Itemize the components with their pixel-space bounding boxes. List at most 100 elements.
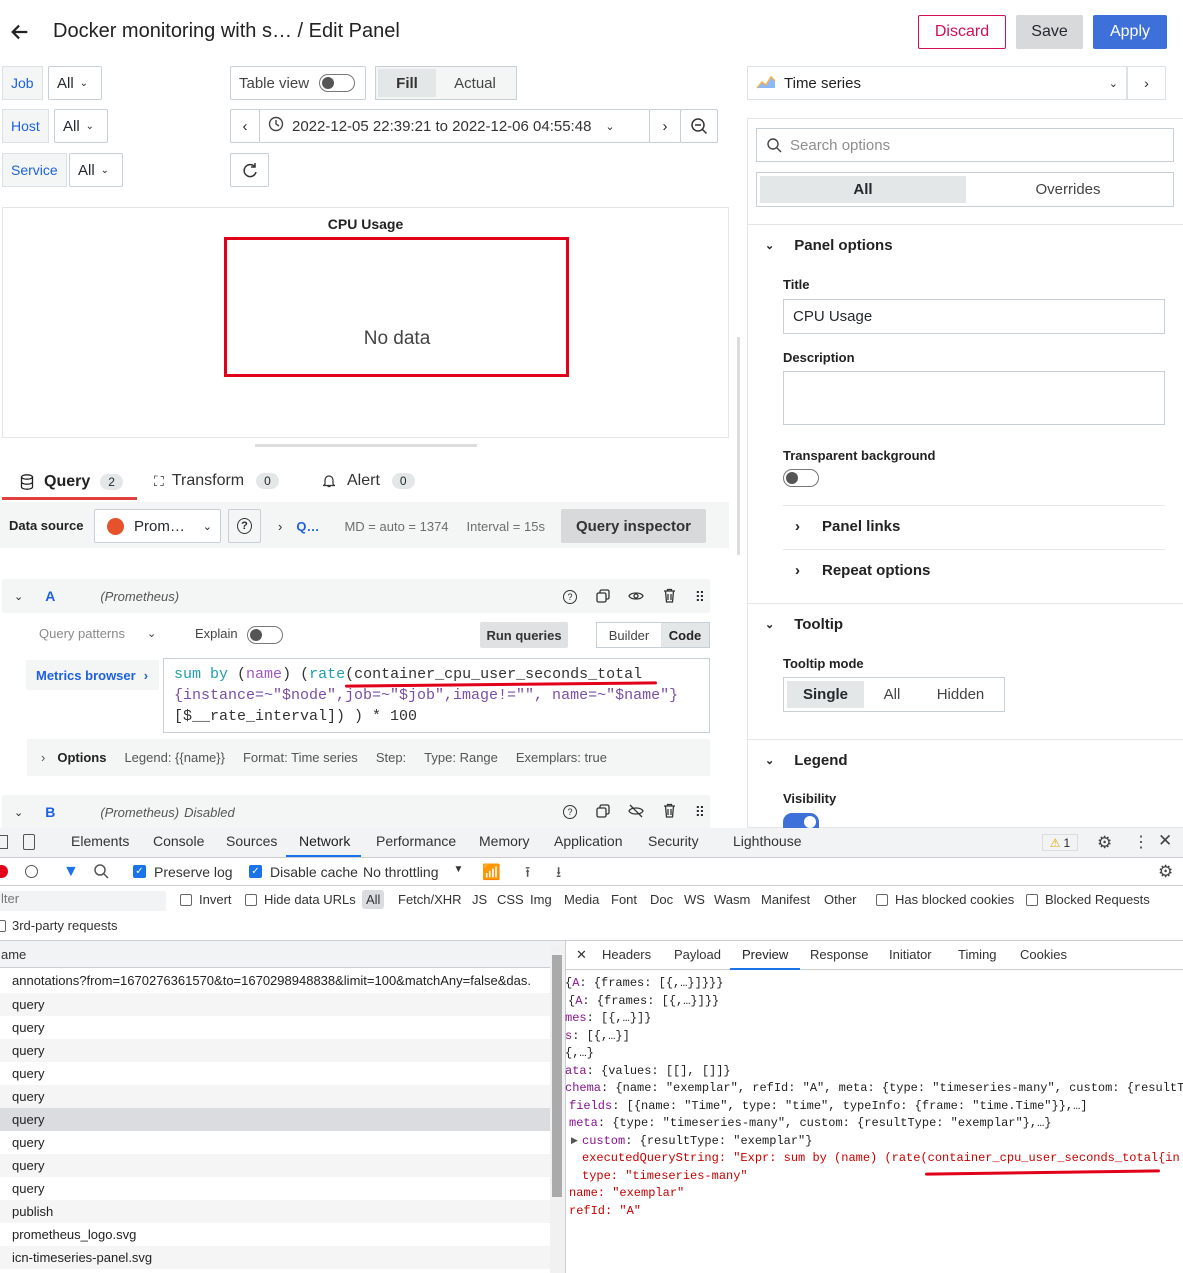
detail-tab-preview[interactable]: Preview <box>742 947 788 962</box>
fill-button[interactable]: Fill <box>378 69 436 97</box>
invert-checkbox[interactable] <box>180 894 192 906</box>
devtools-tab-performance[interactable]: Performance <box>376 833 456 849</box>
blocked-requests-checkbox[interactable] <box>1026 894 1038 906</box>
options-search[interactable]: Search options <box>756 128 1174 162</box>
repeat-options-header[interactable]: › Repeat options <box>795 562 930 579</box>
transparent-toggle[interactable] <box>783 469 819 487</box>
datasource-help-button[interactable]: ? <box>228 509 261 543</box>
request-row[interactable]: query <box>0 1154 550 1177</box>
help-icon[interactable]: ? <box>563 590 577 604</box>
request-row[interactable]: query <box>0 1039 550 1062</box>
close-icon[interactable]: ✕ <box>1158 831 1172 851</box>
resize-handle[interactable] <box>255 444 477 447</box>
inspect-element-icon[interactable] <box>0 835 8 849</box>
discard-button[interactable]: Discard <box>918 15 1006 49</box>
third-party-checkbox[interactable] <box>0 920 6 932</box>
request-list-scrollbar[interactable] <box>550 945 565 1273</box>
run-queries-button[interactable]: Run queries <box>480 622 568 648</box>
hide-data-urls-checkbox[interactable] <box>245 894 257 906</box>
search-icon[interactable] <box>94 864 109 882</box>
resource-type-css[interactable]: CSS <box>497 892 524 907</box>
export-har-icon[interactable]: ⭳ <box>556 862 561 887</box>
devtools-tab-sources[interactable]: Sources <box>226 833 277 849</box>
detail-tab-payload[interactable]: Payload <box>674 947 721 962</box>
preserve-log-checkbox[interactable]: ✓ <box>133 865 146 878</box>
visibility-toggle[interactable] <box>783 813 819 828</box>
request-row[interactable]: annotations?from=1670276361570&to=167029… <box>0 969 550 992</box>
request-row[interactable]: query <box>0 1131 550 1154</box>
devtools-tab-lighthouse[interactable]: Lighthouse <box>733 833 802 849</box>
variable-select-service[interactable]: All ⌄ <box>69 153 123 187</box>
table-view-switch[interactable] <box>319 74 356 92</box>
variable-select-host[interactable]: All ⌄ <box>54 109 108 143</box>
title-input[interactable]: CPU Usage <box>783 299 1165 334</box>
tab-transform[interactable]: ⛶ Transform 0 <box>154 466 279 496</box>
breadcrumb-dashboard[interactable]: Docker monitoring with s… <box>53 20 292 42</box>
eye-slash-icon[interactable] <box>628 804 645 821</box>
help-icon[interactable]: ? <box>563 805 577 819</box>
eye-icon[interactable] <box>628 589 645 605</box>
builder-button[interactable]: Builder <box>597 623 661 647</box>
apply-button[interactable]: Apply <box>1093 15 1167 49</box>
request-row[interactable]: query <box>0 1062 550 1085</box>
settings-gear-icon[interactable]: ⚙ <box>1097 833 1112 853</box>
devtools-tab-elements[interactable]: Elements <box>71 833 129 849</box>
trash-icon[interactable] <box>663 803 676 821</box>
resource-type-ws[interactable]: WS <box>684 892 705 907</box>
variable-select-job[interactable]: All ⌄ <box>48 66 102 100</box>
request-row-selected[interactable]: query <box>0 1108 550 1131</box>
drag-handle-icon[interactable]: ⠿ <box>695 589 705 606</box>
devtools-tab-memory[interactable]: Memory <box>479 833 530 849</box>
request-row[interactable]: query <box>0 1085 550 1108</box>
tooltip-mode-hidden[interactable]: Hidden <box>920 681 1001 708</box>
devtools-tab-application[interactable]: Application <box>554 833 623 849</box>
copy-icon[interactable] <box>596 803 610 821</box>
save-button[interactable]: Save <box>1016 15 1083 49</box>
network-settings-gear-icon[interactable]: ⚙ <box>1158 862 1173 882</box>
request-row[interactable]: query <box>0 1016 550 1039</box>
zoom-out-button[interactable] <box>680 109 718 143</box>
device-toolbar-icon[interactable] <box>23 834 35 850</box>
tooltip-header[interactable]: ⌄ Tooltip <box>765 616 843 633</box>
close-detail-icon[interactable]: ✕ <box>576 947 587 963</box>
resource-type-other[interactable]: Other <box>824 892 857 907</box>
description-textarea[interactable] <box>783 371 1165 425</box>
request-row[interactable]: publish <box>0 1200 550 1223</box>
resource-type-js[interactable]: JS <box>472 892 487 907</box>
time-shift-back-button[interactable]: ‹ <box>230 109 260 143</box>
detail-tab-response[interactable]: Response <box>810 947 869 962</box>
clear-icon[interactable] <box>25 865 38 878</box>
tab-alert[interactable]: Alert 0 <box>323 466 415 496</box>
expand-triangle-icon[interactable]: ▶ <box>571 1135 578 1146</box>
query-patterns-select[interactable]: Query patterns ⌄ <box>39 626 156 641</box>
query-options-toggle[interactable]: › Q… MD = auto = 1374 Interval = 15s <box>266 509 554 543</box>
import-har-icon[interactable]: ⭱ <box>525 862 530 887</box>
filter-input[interactable]: lter <box>0 891 166 911</box>
detail-tab-initiator[interactable]: Initiator <box>889 947 932 962</box>
tooltip-mode-all[interactable]: All <box>864 681 920 708</box>
resource-type-media[interactable]: Media <box>564 892 599 907</box>
network-conditions-icon[interactable]: 📶 <box>482 863 501 881</box>
request-row[interactable]: query <box>0 993 550 1016</box>
detail-tab-headers[interactable]: Headers <box>602 947 651 962</box>
devtools-tab-console[interactable]: Console <box>153 833 204 849</box>
request-row[interactable]: icn-timeseries-panel.svg <box>0 1246 550 1269</box>
resource-type-img[interactable]: Img <box>530 892 552 907</box>
table-view-toggle[interactable]: Table view <box>230 66 366 100</box>
warning-badge[interactable]: ⚠ 1 <box>1042 834 1078 851</box>
detail-tab-timing[interactable]: Timing <box>958 947 997 962</box>
request-row[interactable]: query <box>0 1177 550 1200</box>
preview-scrollbar[interactable] <box>737 337 740 555</box>
resource-type-manifest[interactable]: Manifest <box>761 892 810 907</box>
blocked-cookies-checkbox[interactable] <box>876 894 888 906</box>
more-vertical-icon[interactable]: ⋮ <box>1133 832 1149 852</box>
time-picker[interactable]: 2022-12-05 22:39:21 to 2022-12-06 04:55:… <box>259 109 650 143</box>
visualization-picker[interactable]: Time series ⌄ <box>747 66 1127 100</box>
refresh-button[interactable] <box>230 153 269 187</box>
query-editor[interactable]: sum by (name) (rate(container_cpu_user_s… <box>163 658 710 733</box>
throttling-select[interactable]: No throttling ▼ <box>363 864 463 880</box>
tab-all[interactable]: All <box>760 176 966 203</box>
legend-header[interactable]: ⌄ Legend <box>765 752 848 769</box>
copy-icon[interactable] <box>596 588 610 606</box>
filter-icon[interactable]: ▼ <box>63 863 79 881</box>
